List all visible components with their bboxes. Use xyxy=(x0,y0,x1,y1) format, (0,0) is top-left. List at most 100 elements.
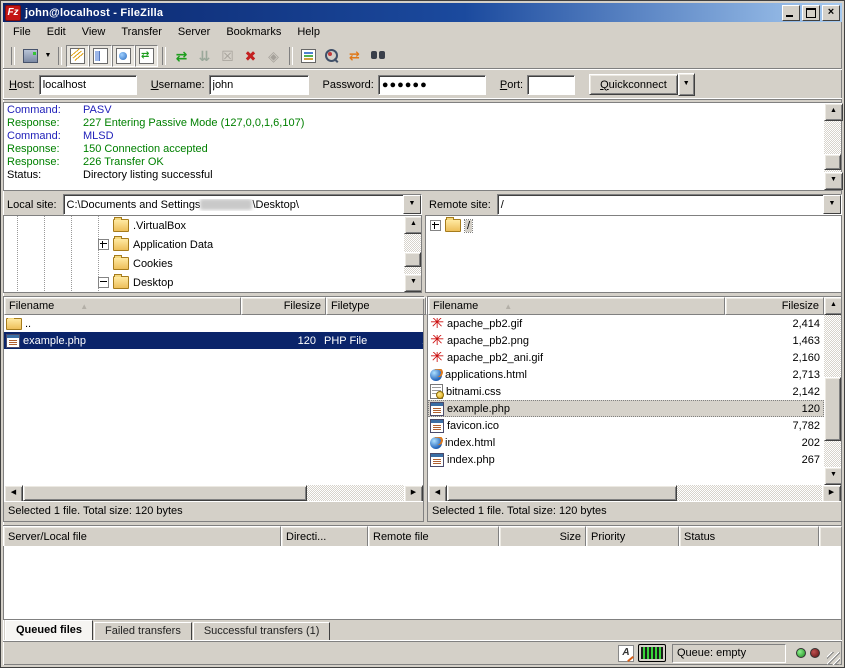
menu-file[interactable]: File xyxy=(5,24,39,40)
menu-server[interactable]: Server xyxy=(170,24,218,40)
toolbar: ▼ ⇄ ⇊ ☒ ✖ ◈ ⇄ xyxy=(3,42,842,70)
refresh-button[interactable]: ⇄ xyxy=(170,45,193,67)
log-scrollbar[interactable]: ▲ ▼ xyxy=(824,103,841,190)
port-input[interactable] xyxy=(527,75,575,95)
scroll-up-icon[interactable]: ▲ xyxy=(824,103,843,121)
menu-help[interactable]: Help xyxy=(289,24,328,40)
sync-browsing-icon: ⇄ xyxy=(349,48,360,64)
file-row-selected[interactable]: example.php120 xyxy=(428,400,824,417)
column-size[interactable]: Size xyxy=(499,526,586,548)
data-type-indicator-icon[interactable]: A xyxy=(618,645,634,662)
toggle-message-log-button[interactable] xyxy=(66,45,89,67)
file-row-selected[interactable]: example.php 120 PHP File 1 xyxy=(4,332,423,349)
column-filesize[interactable]: Filesize xyxy=(725,297,824,315)
toggle-transfer-queue-button[interactable] xyxy=(135,45,158,67)
column-filename[interactable]: Filename▲ xyxy=(428,297,725,315)
file-row[interactable]: apache_pb2.png1,463 xyxy=(428,332,824,349)
minimize-button[interactable] xyxy=(782,5,800,21)
file-row[interactable]: favicon.ico7,782 xyxy=(428,417,824,434)
redacted-username xyxy=(200,199,252,210)
local-tree-scrollbar[interactable]: ▲ ▼ xyxy=(404,216,421,292)
tab-queued-files[interactable]: Queued files xyxy=(5,620,93,640)
process-queue-button[interactable]: ⇊ xyxy=(193,45,216,67)
file-row[interactable]: index.php267 xyxy=(428,451,824,468)
remote-list-scrollbar[interactable]: ▲ ▼ xyxy=(824,297,841,485)
cancel-operation-button[interactable]: ☒ xyxy=(216,45,239,67)
filter-button[interactable] xyxy=(297,45,320,67)
synchronized-browsing-button[interactable]: ⇄ xyxy=(343,45,366,67)
resize-grip[interactable] xyxy=(827,652,840,665)
scrollbar-thumb[interactable] xyxy=(404,252,421,267)
file-row[interactable]: .. xyxy=(4,315,423,332)
maximize-button[interactable] xyxy=(802,5,820,21)
file-row[interactable]: bitnami.css2,142 xyxy=(428,383,824,400)
scrollbar-thumb[interactable] xyxy=(824,154,841,170)
site-manager-button[interactable] xyxy=(19,45,42,67)
scroll-up-icon[interactable]: ▲ xyxy=(404,216,422,234)
tree-item[interactable]: / xyxy=(426,216,841,235)
local-list-hscrollbar[interactable]: ◀ ▶ xyxy=(4,485,423,501)
scrollbar-thumb[interactable] xyxy=(23,485,307,501)
menu-edit[interactable]: Edit xyxy=(39,24,74,40)
combo-dropdown-icon[interactable]: ▼ xyxy=(823,195,841,214)
log-line: Status:Directory listing successful xyxy=(7,169,824,182)
scrollbar-thumb[interactable] xyxy=(447,485,677,501)
combo-dropdown-icon[interactable]: ▼ xyxy=(403,195,421,214)
toggle-remote-tree-button[interactable] xyxy=(112,45,135,67)
column-direction[interactable]: Directi... xyxy=(281,526,368,548)
scroll-down-icon[interactable]: ▼ xyxy=(824,172,843,190)
host-input[interactable] xyxy=(39,75,137,95)
column-filetype[interactable]: Filetype xyxy=(326,297,426,315)
column-filesize[interactable]: Filesize xyxy=(241,297,326,315)
process-queue-icon: ⇊ xyxy=(199,49,211,63)
local-site-row: Local site: C:\Documents and Settings\De… xyxy=(3,194,422,215)
reconnect-button[interactable]: ◈ xyxy=(262,45,285,67)
password-input[interactable] xyxy=(378,75,486,95)
tree-item[interactable]: Desktop xyxy=(4,273,404,292)
disconnect-button[interactable]: ✖ xyxy=(239,45,262,67)
scroll-up-icon[interactable]: ▲ xyxy=(824,297,841,315)
username-input[interactable] xyxy=(209,75,309,95)
file-row[interactable]: applications.html2,713 xyxy=(428,366,824,383)
menu-bookmarks[interactable]: Bookmarks xyxy=(218,24,289,40)
scroll-down-icon[interactable]: ▼ xyxy=(404,274,422,292)
toolbar-separator xyxy=(162,47,166,65)
expander-icon[interactable] xyxy=(98,277,109,288)
scroll-down-icon[interactable]: ▼ xyxy=(824,467,841,485)
quickconnect-bar: Host: Username: Password: Port: Quickcon… xyxy=(3,70,842,100)
expander-icon[interactable] xyxy=(430,220,441,231)
column-status[interactable]: Status xyxy=(679,526,819,548)
directory-comparison-button[interactable] xyxy=(320,45,343,67)
file-row[interactable]: index.html202 xyxy=(428,434,824,451)
toggle-local-tree-button[interactable] xyxy=(89,45,112,67)
remote-list-hscrollbar[interactable]: ◀ ▶ xyxy=(428,485,841,501)
expander-icon[interactable] xyxy=(98,239,109,250)
tree-item[interactable]: .VirtualBox xyxy=(4,216,404,235)
scrollbar-thumb[interactable] xyxy=(824,377,841,441)
local-tree-rows: .VirtualBox Application Data Cookies Des… xyxy=(4,216,404,292)
column-server-local-file[interactable]: Server/Local file xyxy=(3,526,281,548)
title-bar[interactable]: Fz john@localhost - FileZilla × xyxy=(3,3,842,22)
quickconnect-dropdown[interactable]: ▼ xyxy=(678,73,695,96)
quickconnect-button[interactable]: Quickconnect xyxy=(589,74,678,95)
find-files-button[interactable] xyxy=(366,45,389,67)
file-row[interactable]: apache_pb2_ani.gif2,160 xyxy=(428,349,824,366)
menu-view[interactable]: View xyxy=(74,24,114,40)
local-list-rows: .. example.php 120 PHP File 1 xyxy=(4,315,423,485)
column-filename[interactable]: Filename▲ xyxy=(4,297,241,315)
activity-led-red xyxy=(810,648,820,658)
column-remote-file[interactable]: Remote file xyxy=(368,526,499,548)
menu-transfer[interactable]: Transfer xyxy=(113,24,170,40)
local-path-combo[interactable]: C:\Documents and Settings\Desktop\ ▼ xyxy=(63,194,422,215)
tab-failed-transfers[interactable]: Failed transfers xyxy=(94,622,192,640)
file-row[interactable]: apache_pb2.gif2,414 xyxy=(428,315,824,332)
remote-path-combo[interactable]: / ▼ xyxy=(497,194,842,215)
speed-limit-icon[interactable] xyxy=(638,644,666,662)
php-file-icon xyxy=(6,334,20,348)
column-priority[interactable]: Priority xyxy=(586,526,679,548)
tree-item[interactable]: Application Data xyxy=(4,235,404,254)
tab-successful-transfers[interactable]: Successful transfers (1) xyxy=(193,622,331,640)
close-button[interactable]: × xyxy=(822,5,840,21)
tree-item[interactable]: Cookies xyxy=(4,254,404,273)
site-manager-dropdown[interactable]: ▼ xyxy=(42,45,54,67)
